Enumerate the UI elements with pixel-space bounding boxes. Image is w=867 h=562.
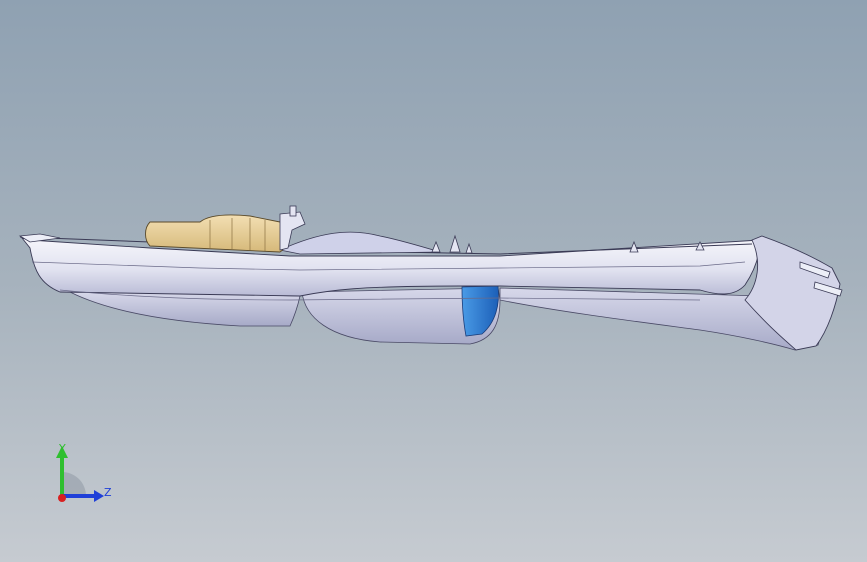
clip-1: [431, 240, 441, 253]
clip-4: [629, 240, 639, 253]
y-axis-label: Y: [58, 442, 66, 455]
clip-2: [449, 234, 461, 253]
z-axis-label: Z: [104, 486, 112, 499]
triad-fan: [62, 472, 86, 496]
bracket-post: [289, 205, 297, 217]
x-axis-dot: [58, 494, 66, 502]
center-ramp: [278, 231, 441, 255]
clip-3: [465, 242, 473, 254]
left-tray-underside: [69, 291, 301, 327]
tan-cylinder: [145, 214, 288, 253]
cad-model[interactable]: [0, 0, 867, 562]
graphics-viewport[interactable]: Y Z: [0, 0, 867, 562]
orientation-triad: Y Z: [56, 442, 112, 502]
z-axis-arrow: [94, 490, 104, 502]
